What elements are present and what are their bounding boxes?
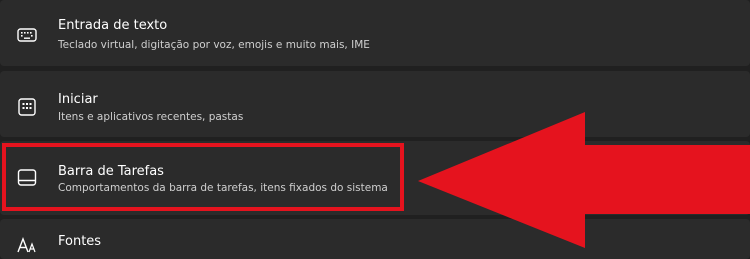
settings-item-title: Fontes <box>58 234 102 249</box>
start-menu-icon <box>16 96 38 118</box>
keyboard-icon <box>16 24 38 46</box>
settings-item-fonts[interactable]: Fontes <box>0 219 750 259</box>
settings-item-text-input[interactable]: Entrada de texto Teclado virtual, digita… <box>0 0 750 66</box>
settings-item-description: Itens e aplicativos recentes, pastas <box>58 111 244 123</box>
settings-item-title: Iniciar <box>58 92 98 107</box>
settings-item-description: Teclado virtual, digitação por voz, emoj… <box>58 39 370 51</box>
settings-item-title: Entrada de texto <box>58 18 168 33</box>
settings-item-start[interactable]: Iniciar Itens e aplicativos recentes, pa… <box>0 71 750 137</box>
highlight-box <box>2 143 404 211</box>
fonts-icon <box>16 234 38 256</box>
